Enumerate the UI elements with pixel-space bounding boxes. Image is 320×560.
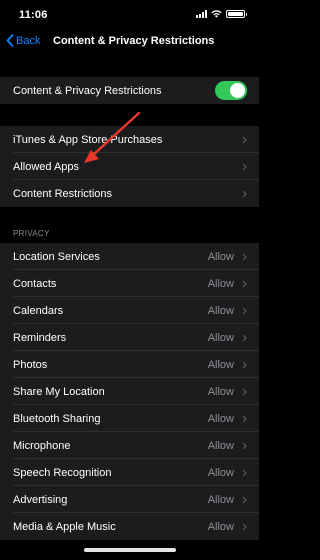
row-value: Allow <box>207 493 234 506</box>
chevron-right-icon <box>242 190 247 198</box>
row-value: Allow <box>207 466 234 479</box>
chevron-right-icon <box>242 136 247 144</box>
navigation-bar: Back Content & Privacy Restrictions <box>0 30 259 56</box>
chevron-right-icon <box>242 361 247 369</box>
row-label: Share My Location <box>13 385 105 398</box>
row-label: Advertising <box>13 493 68 506</box>
contacts-row[interactable]: Contacts Allow <box>0 270 259 297</box>
chevron-right-icon <box>242 496 247 504</box>
row-label: Media & Apple Music <box>13 520 116 533</box>
privacy-group: Location Services Allow Contacts Allow C… <box>0 243 259 540</box>
content-restrictions-row[interactable]: Content Restrictions <box>0 180 259 207</box>
row-value: Allow <box>207 358 234 371</box>
row-label: Calendars <box>13 304 64 317</box>
home-indicator <box>84 548 176 552</box>
chevron-right-icon <box>242 415 247 423</box>
bluetooth-sharing-row[interactable]: Bluetooth Sharing Allow <box>0 405 259 432</box>
media-apple-music-row[interactable]: Media & Apple Music Allow <box>0 513 259 540</box>
row-value: Allow <box>207 439 234 452</box>
location-services-row[interactable]: Location Services Allow <box>0 243 259 270</box>
chevron-right-icon <box>242 388 247 396</box>
row-label: Contacts <box>13 277 57 290</box>
content-privacy-toggle[interactable] <box>215 81 247 100</box>
row-value: Allow <box>207 250 234 263</box>
row-label: Content Restrictions <box>13 187 113 200</box>
row-label: Photos <box>13 358 48 371</box>
row-label: Location Services <box>13 250 100 263</box>
row-label: Speech Recognition <box>13 466 112 479</box>
calendars-row[interactable]: Calendars Allow <box>0 297 259 324</box>
store-settings-group: iTunes & App Store Purchases Allowed App… <box>0 126 259 207</box>
row-label: Reminders <box>13 331 67 344</box>
page-title: Content & Privacy Restrictions <box>53 35 215 47</box>
row-value: Allow <box>207 520 234 533</box>
row-value: Allow <box>207 331 234 344</box>
back-button[interactable]: Back <box>6 34 40 47</box>
back-button-label: Back <box>16 34 41 47</box>
chevron-right-icon <box>242 442 247 450</box>
battery-icon <box>226 10 247 18</box>
restrictions-toggle-group: Content & Privacy Restrictions <box>0 77 259 104</box>
row-value: Allow <box>207 412 234 425</box>
row-value: Allow <box>207 277 234 290</box>
reminders-row[interactable]: Reminders Allow <box>0 324 259 351</box>
status-bar: 11:06 <box>0 0 259 30</box>
chevron-right-icon <box>242 523 247 531</box>
row-label: Allowed Apps <box>13 160 80 173</box>
row-label: Microphone <box>13 439 71 452</box>
share-my-location-row[interactable]: Share My Location Allow <box>0 378 259 405</box>
chevron-right-icon <box>242 163 247 171</box>
content-privacy-toggle-row: Content & Privacy Restrictions <box>0 77 259 104</box>
cellular-signal-icon <box>196 10 207 18</box>
privacy-section-header: PRIVACY <box>13 229 50 238</box>
status-time: 11:06 <box>19 9 48 21</box>
chevron-right-icon <box>242 280 247 288</box>
row-value: Allow <box>207 304 234 317</box>
photos-row[interactable]: Photos Allow <box>0 351 259 378</box>
speech-recognition-row[interactable]: Speech Recognition Allow <box>0 459 259 486</box>
chevron-right-icon <box>242 469 247 477</box>
chevron-right-icon <box>242 334 247 342</box>
microphone-row[interactable]: Microphone Allow <box>0 432 259 459</box>
advertising-row[interactable]: Advertising Allow <box>0 486 259 513</box>
row-label: Bluetooth Sharing <box>13 412 101 425</box>
row-value: Allow <box>207 385 234 398</box>
status-icons <box>196 10 247 18</box>
itunes-app-store-purchases-row[interactable]: iTunes & App Store Purchases <box>0 126 259 153</box>
wifi-icon <box>211 10 222 18</box>
row-label: iTunes & App Store Purchases <box>13 133 163 146</box>
toggle-row-label: Content & Privacy Restrictions <box>13 84 162 97</box>
chevron-right-icon <box>242 307 247 315</box>
chevron-left-icon <box>6 34 14 47</box>
chevron-right-icon <box>242 253 247 261</box>
allowed-apps-row[interactable]: Allowed Apps <box>0 153 259 180</box>
